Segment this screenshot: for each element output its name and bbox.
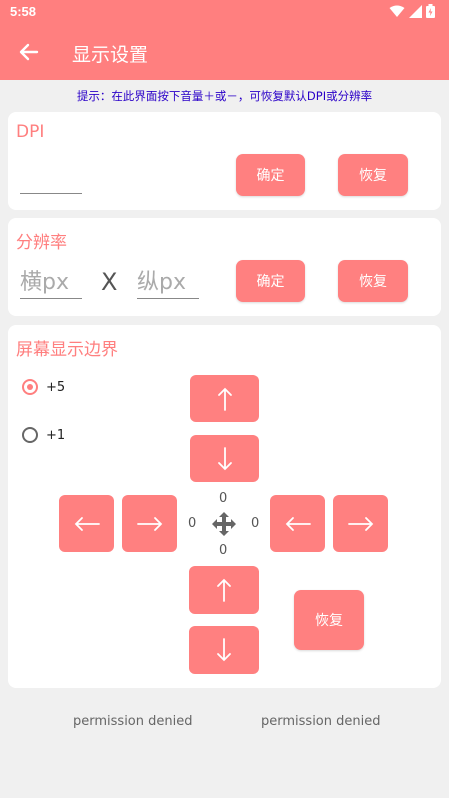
page-title: 显示设置 bbox=[72, 44, 149, 66]
left-right-button[interactable] bbox=[122, 495, 177, 552]
dpi-restore-button[interactable]: 恢复 bbox=[338, 154, 408, 196]
arrow-down-icon bbox=[217, 446, 232, 470]
resolution-confirm-button[interactable]: 确定 bbox=[236, 260, 305, 302]
screen-border-title: 屏幕显示边界 bbox=[16, 340, 118, 360]
arrow-left-icon bbox=[285, 516, 311, 531]
arrow-back-icon bbox=[19, 43, 39, 61]
back-button[interactable] bbox=[16, 39, 42, 65]
border-restore-button[interactable]: 恢复 bbox=[294, 590, 364, 650]
arrow-right-icon bbox=[136, 516, 162, 531]
battery-icon bbox=[426, 4, 435, 18]
left-value: 0 bbox=[188, 516, 197, 531]
radio-checked-icon bbox=[22, 379, 38, 395]
radio-unchecked-icon bbox=[22, 427, 38, 443]
top-value: 0 bbox=[219, 491, 228, 506]
signal-icon bbox=[409, 4, 422, 18]
permission-status-left: permission denied bbox=[73, 714, 193, 729]
top-down-button[interactable] bbox=[190, 435, 259, 482]
resolution-title: 分辨率 bbox=[16, 233, 67, 253]
dpi-input[interactable] bbox=[20, 163, 82, 194]
arrow-right-icon bbox=[347, 516, 373, 531]
wifi-icon bbox=[389, 5, 405, 17]
dpi-confirm-button[interactable]: 确定 bbox=[236, 154, 305, 196]
screen-border-card: 屏幕显示边界 +5 +1 0 0 0 0 恢复 bbox=[8, 325, 441, 688]
step-option-label: +5 bbox=[46, 379, 66, 395]
bottom-up-button[interactable] bbox=[189, 566, 259, 614]
right-value: 0 bbox=[251, 516, 260, 531]
bottom-value: 0 bbox=[219, 543, 228, 558]
bottom-down-button[interactable] bbox=[189, 626, 259, 674]
arrow-up-icon bbox=[217, 578, 231, 602]
status-bar: 5:58 bbox=[0, 0, 449, 26]
top-up-button[interactable] bbox=[190, 375, 259, 422]
status-icons bbox=[389, 4, 435, 18]
step-option-label: +1 bbox=[46, 427, 66, 443]
status-time: 5:58 bbox=[10, 4, 37, 19]
right-left-button[interactable] bbox=[270, 495, 325, 552]
resolution-separator: X bbox=[101, 268, 118, 296]
resolution-restore-button[interactable]: 恢复 bbox=[338, 260, 408, 302]
step-option-plus1[interactable]: +1 bbox=[22, 427, 65, 443]
arrow-up-icon bbox=[217, 387, 232, 411]
step-option-plus5[interactable]: +5 bbox=[22, 379, 65, 395]
move-icon bbox=[212, 512, 236, 536]
resolution-card: 分辨率 横px X 纵px 确定 恢复 bbox=[8, 218, 441, 316]
dpi-card: DPI 确定 恢复 bbox=[8, 112, 441, 210]
resolution-width-input[interactable]: 横px bbox=[20, 268, 82, 299]
dpi-title: DPI bbox=[16, 122, 45, 142]
right-right-button[interactable] bbox=[333, 495, 388, 552]
hint-text: 提示：在此界面按下音量＋或－，可恢复默认DPI或分辨率 bbox=[76, 89, 373, 103]
left-left-button[interactable] bbox=[59, 495, 114, 552]
resolution-height-input[interactable]: 纵px bbox=[137, 268, 199, 299]
app-bar: 显示设置 bbox=[0, 26, 449, 80]
arrow-left-icon bbox=[74, 516, 100, 531]
permission-status-right: permission denied bbox=[261, 714, 381, 729]
arrow-down-icon bbox=[217, 638, 231, 662]
